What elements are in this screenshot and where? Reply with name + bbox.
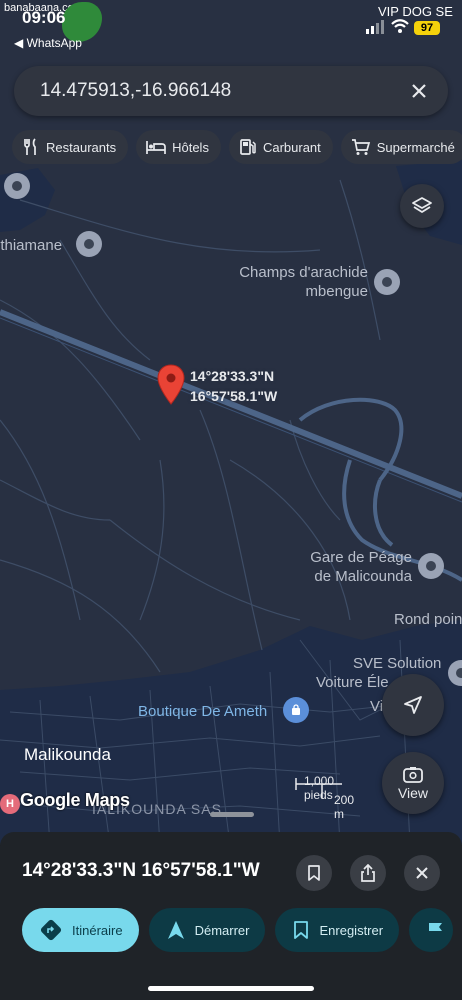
- save-label: Enregistrer: [319, 922, 384, 938]
- directions-button[interactable]: Itinéraire: [22, 908, 139, 952]
- pin-latitude: 14°28'33.3"N: [190, 368, 275, 384]
- action-row: Itinéraire Démarrer Enregistrer: [22, 908, 454, 952]
- carrier-label: VIP DOG SE: [378, 4, 453, 19]
- poi-pin-icon[interactable]: [76, 231, 102, 257]
- navigation-arrow-icon: [167, 921, 184, 939]
- poi-label-gare-line1: Gare de Péage: [310, 549, 412, 566]
- bookmark-icon: [294, 921, 309, 939]
- directions-label: Itinéraire: [72, 922, 123, 938]
- directions-icon: [40, 919, 62, 941]
- poi-label-gare-line2: de Malicounda: [314, 568, 412, 585]
- fuel-icon: [240, 139, 256, 155]
- poi-label-champs: Champs d'arachide mbengue: [232, 263, 368, 301]
- cell-signal-icon: [366, 20, 384, 34]
- camera-rotate-icon: [403, 767, 423, 783]
- map-canvas[interactable]: nthiamane Champs d'arachide mbengue Gare…: [0, 0, 462, 845]
- search-input[interactable]: [40, 80, 408, 102]
- start-label: Démarrer: [194, 922, 250, 938]
- wifi-icon: [391, 19, 409, 33]
- share-button[interactable]: [350, 855, 386, 891]
- chip-label: Supermarché: [376, 139, 455, 155]
- poi-label-boutique: Boutique De Ameth: [138, 703, 268, 720]
- pin-longitude: 16°57'58.1"W: [190, 388, 278, 404]
- back-to-app-link[interactable]: ◀ WhatsApp: [14, 36, 82, 50]
- category-chips: Restaurants Hôtels Carburant Supermarché: [12, 130, 462, 164]
- chip-restaurants[interactable]: Restaurants: [12, 130, 129, 164]
- chip-hotels[interactable]: Hôtels: [136, 130, 221, 164]
- pin-coordinates: 14°28'33.3"N 16°57'58.1"W: [190, 366, 277, 406]
- poi-pin-icon[interactable]: [4, 173, 30, 199]
- fork-knife-icon: [24, 138, 36, 155]
- poi-label-rond-point: Rond poin: [394, 611, 462, 628]
- chip-label: Restaurants: [46, 139, 117, 155]
- scale-imperial: 1,000 pieds: [304, 774, 335, 802]
- close-icon: [416, 867, 428, 879]
- dropped-pin-icon[interactable]: [156, 364, 186, 406]
- save-bookmark-button[interactable]: [296, 855, 332, 891]
- search-bar[interactable]: [14, 66, 448, 116]
- google-maps-logo: Google Maps: [20, 790, 130, 810]
- shopping-bag-icon[interactable]: [283, 697, 309, 723]
- poi-pin-icon[interactable]: [418, 553, 444, 579]
- hospital-icon[interactable]: H: [0, 794, 20, 814]
- share-icon: [361, 864, 375, 882]
- battery-level: 97: [414, 21, 440, 35]
- chip-supermarket[interactable]: Supermarché: [340, 130, 462, 164]
- label-button[interactable]: [409, 908, 454, 952]
- poi-label-thiamane: nthiamane: [0, 237, 63, 254]
- flag-icon: [429, 923, 443, 938]
- poi-label-champs-line1: Champs d'arachide: [239, 264, 368, 281]
- clear-search-button[interactable]: [408, 80, 430, 102]
- place-title: 14°28'33.3"N 16°57'58.1"W: [22, 860, 260, 881]
- layers-button[interactable]: [400, 184, 444, 228]
- home-indicator[interactable]: [148, 986, 314, 991]
- town-label-malikounda: Malikounda: [24, 745, 111, 764]
- poi-label-champs-line2: mbengue: [305, 283, 368, 300]
- poi-label-gare: Gare de Péage de Malicounda: [300, 548, 412, 586]
- my-location-button[interactable]: [382, 674, 444, 736]
- street-view-button[interactable]: View: [382, 752, 444, 814]
- chip-label: Hôtels: [172, 139, 209, 155]
- close-sheet-button[interactable]: [404, 855, 440, 891]
- cart-icon: [351, 139, 370, 155]
- poi-label-sve-line1: SVE Solution: [353, 655, 442, 672]
- chip-label: Carburant: [262, 139, 321, 155]
- status-time: 09:06: [22, 8, 66, 27]
- bed-icon: [146, 141, 166, 154]
- sheet-drag-handle[interactable]: [210, 812, 254, 817]
- close-icon: [412, 84, 426, 98]
- poi-pin-icon[interactable]: [374, 269, 400, 295]
- scale-metric: 200 m: [334, 793, 355, 821]
- navigation-arrow-icon: [404, 696, 422, 714]
- chip-fuel[interactable]: Carburant: [228, 130, 333, 164]
- save-button[interactable]: Enregistrer: [275, 908, 400, 952]
- start-button[interactable]: Démarrer: [148, 908, 266, 952]
- layers-icon: [412, 197, 432, 213]
- bookmark-icon: [308, 865, 320, 881]
- view-label: View: [397, 785, 429, 801]
